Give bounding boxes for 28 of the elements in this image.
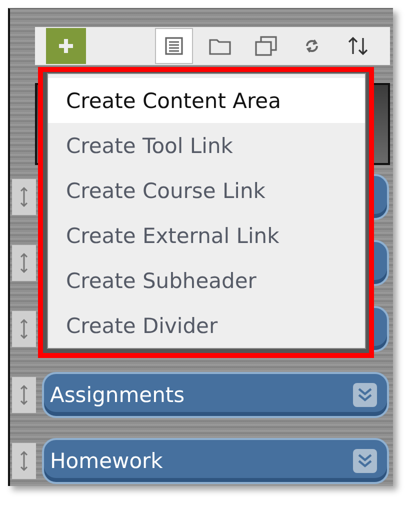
drag-handle[interactable]	[12, 245, 36, 281]
toolbar-button[interactable]	[155, 28, 193, 64]
menu-item[interactable]: Create Course Link	[48, 168, 365, 213]
refresh-icon	[303, 37, 321, 55]
sort-icon	[346, 34, 370, 58]
drag-handle[interactable]	[12, 179, 36, 215]
menu-item[interactable]: Create Divider	[48, 303, 365, 348]
menu-item[interactable]: Create Subheader	[48, 258, 365, 303]
drag-handle-icon[interactable]	[20, 384, 28, 406]
drag-handle-icon[interactable]	[20, 450, 28, 472]
menu-item[interactable]: Create Content Area	[48, 78, 365, 123]
drag-handle[interactable]	[12, 377, 36, 413]
add-button[interactable]	[46, 28, 86, 64]
drag-handle[interactable]	[12, 311, 36, 347]
course-menu-item[interactable]: Assignments	[42, 372, 389, 418]
drag-handle-icon[interactable]	[20, 186, 28, 208]
windows-icon	[254, 35, 278, 57]
drag-handle-icon[interactable]	[20, 252, 28, 274]
list-icon	[164, 36, 184, 56]
menu-item[interactable]: Create Tool Link	[48, 123, 365, 168]
double-chevron-icon[interactable]	[353, 449, 377, 473]
course-menu-item[interactable]: Homework	[42, 438, 389, 484]
menu-item[interactable]: Create External Link	[48, 213, 365, 258]
double-chevron-icon[interactable]	[353, 383, 377, 407]
drag-handle[interactable]	[12, 443, 36, 479]
drag-handle-icon[interactable]	[20, 318, 28, 340]
plus-icon	[57, 37, 75, 55]
folder-icon	[208, 36, 232, 56]
